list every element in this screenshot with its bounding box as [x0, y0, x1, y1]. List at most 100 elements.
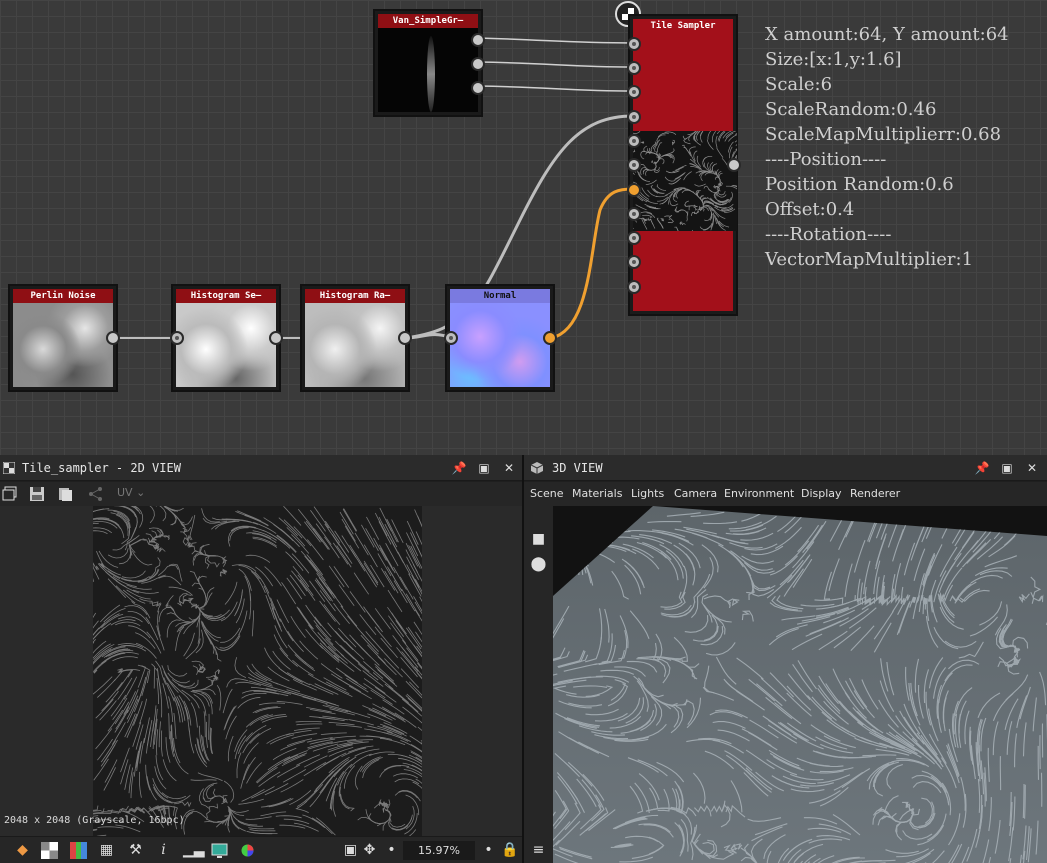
- input-port-3[interactable]: [627, 85, 641, 99]
- input-port-8[interactable]: [627, 207, 641, 221]
- texture-strand: [93, 758, 109, 781]
- node-histogram-scan[interactable]: Histogram Se—: [170, 284, 283, 392]
- node-perlin-noise[interactable]: Perlin Noise: [8, 284, 120, 392]
- texture-strand: [559, 548, 594, 553]
- texture-strand: [387, 589, 403, 613]
- copy-view-icon[interactable]: [2, 486, 18, 502]
- save-icon[interactable]: [29, 486, 45, 502]
- pin-icon[interactable]: 📌: [974, 455, 990, 481]
- texture-strand: [267, 666, 290, 682]
- layers-icon[interactable]: ◆: [14, 842, 31, 859]
- 3d-viewport[interactable]: [553, 506, 1047, 863]
- node-histogram-range[interactable]: Histogram Ra—: [300, 284, 412, 392]
- output-port[interactable]: [269, 331, 283, 345]
- output-port[interactable]: [727, 158, 741, 172]
- maximize-icon[interactable]: ▣: [999, 455, 1015, 481]
- input-port-5[interactable]: [627, 134, 641, 148]
- menu-materials[interactable]: Materials: [572, 482, 622, 506]
- node-thumbnail: [176, 303, 276, 387]
- menu-display[interactable]: Display: [801, 482, 842, 506]
- node-simple-gradient[interactable]: Van_SimpleGr—: [373, 9, 485, 117]
- histogram-icon[interactable]: ▁▃: [183, 842, 205, 859]
- texture-strand: [149, 506, 155, 524]
- output-port[interactable]: [398, 331, 412, 345]
- close-icon[interactable]: ✕: [501, 455, 517, 481]
- pan-icon[interactable]: ✥: [361, 842, 378, 859]
- input-port-10[interactable]: [627, 255, 641, 269]
- texture-strand: [375, 666, 396, 685]
- clipboard-icon[interactable]: [57, 486, 73, 502]
- input-port-9[interactable]: [627, 231, 641, 245]
- input-port-6[interactable]: [627, 158, 641, 172]
- texture-strand: [642, 214, 653, 218]
- texture-strand: [158, 607, 174, 623]
- texture-strand: [165, 595, 176, 614]
- texture-strand: [728, 141, 734, 153]
- texture-strand: [272, 650, 291, 670]
- texture-strand: [693, 150, 698, 162]
- texture-strand: [393, 566, 407, 590]
- share-icon[interactable]: [88, 486, 104, 502]
- texture-strand: [354, 532, 369, 556]
- texture-strand: [216, 684, 222, 711]
- texture-strand: [309, 559, 326, 582]
- tools-icon[interactable]: ⚒: [127, 842, 144, 859]
- hierarchy-icon[interactable]: ≡: [530, 842, 547, 859]
- lock-icon[interactable]: 🔒: [501, 842, 518, 859]
- texture-strand: [177, 679, 199, 689]
- node-graph[interactable]: Perlin Noise Histogram Se— Histogram Ra—…: [0, 0, 1047, 455]
- texture-strand: [119, 544, 131, 565]
- maximize-icon[interactable]: ▣: [476, 455, 492, 481]
- output-port-2[interactable]: [471, 57, 485, 71]
- panel-title: Tile_sampler - 2D VIEW: [22, 461, 181, 475]
- node-tile-sampler[interactable]: Tile Sampler: [627, 14, 741, 316]
- input-port-2[interactable]: [627, 61, 641, 75]
- close-icon[interactable]: ✕: [1024, 455, 1040, 481]
- output-port[interactable]: [106, 331, 120, 345]
- uv-dropdown[interactable]: UV ⌄: [117, 486, 145, 499]
- texture-strand: [320, 663, 343, 679]
- texture-strand: [183, 812, 194, 835]
- output-port-3[interactable]: [471, 81, 485, 95]
- texture-strand: [95, 728, 113, 750]
- tiling-grid-icon[interactable]: ▦: [98, 842, 115, 859]
- panel-3d-header: 3D VIEW 📌 ▣ ✕: [524, 455, 1047, 481]
- texture-strand: [651, 159, 654, 163]
- menu-scene[interactable]: Scene: [530, 482, 564, 506]
- color-wheel-icon[interactable]: [239, 842, 256, 859]
- vector-map-input-port[interactable]: [627, 183, 641, 197]
- zoom-in-icon[interactable]: •: [480, 842, 497, 859]
- zoom-out-icon[interactable]: •: [383, 842, 400, 859]
- 2d-viewport[interactable]: [0, 506, 522, 836]
- fit-view-icon[interactable]: ▣: [342, 842, 359, 859]
- menu-lights[interactable]: Lights: [631, 482, 664, 506]
- texture-strand: [406, 564, 420, 588]
- menu-bar-3d: Scene Materials Lights Camera Environmen…: [524, 482, 1047, 506]
- info-icon[interactable]: i: [155, 842, 172, 859]
- alpha-checker-icon[interactable]: [41, 842, 58, 859]
- texture-strand: [283, 506, 302, 526]
- menu-renderer[interactable]: Renderer: [850, 482, 900, 506]
- zoom-level-field[interactable]: 15.97%: [403, 841, 475, 860]
- param-line: VectorMapMultiplier:1: [765, 249, 974, 270]
- input-port-4[interactable]: [627, 110, 641, 124]
- input-port-11[interactable]: [627, 280, 641, 294]
- texture-strand: [103, 767, 116, 791]
- camera-icon[interactable]: ■: [530, 531, 547, 548]
- texture-strand: [379, 737, 406, 746]
- input-port-1[interactable]: [627, 37, 641, 51]
- menu-camera[interactable]: Camera: [674, 482, 717, 506]
- light-bulb-icon[interactable]: ⬤: [530, 556, 547, 573]
- input-port[interactable]: [170, 331, 184, 345]
- normal-output-port[interactable]: [543, 331, 557, 345]
- menu-environment[interactable]: Environment: [724, 482, 794, 506]
- texture-strand: [420, 709, 422, 712]
- node-normal[interactable]: Normal: [444, 284, 557, 392]
- color-channels-icon[interactable]: [70, 842, 87, 859]
- texture-strand: [336, 545, 352, 568]
- texture-strand: [167, 665, 188, 677]
- display-icon[interactable]: [211, 842, 228, 859]
- output-port-1[interactable]: [471, 33, 485, 47]
- input-port[interactable]: [444, 331, 458, 345]
- pin-icon[interactable]: 📌: [451, 455, 467, 481]
